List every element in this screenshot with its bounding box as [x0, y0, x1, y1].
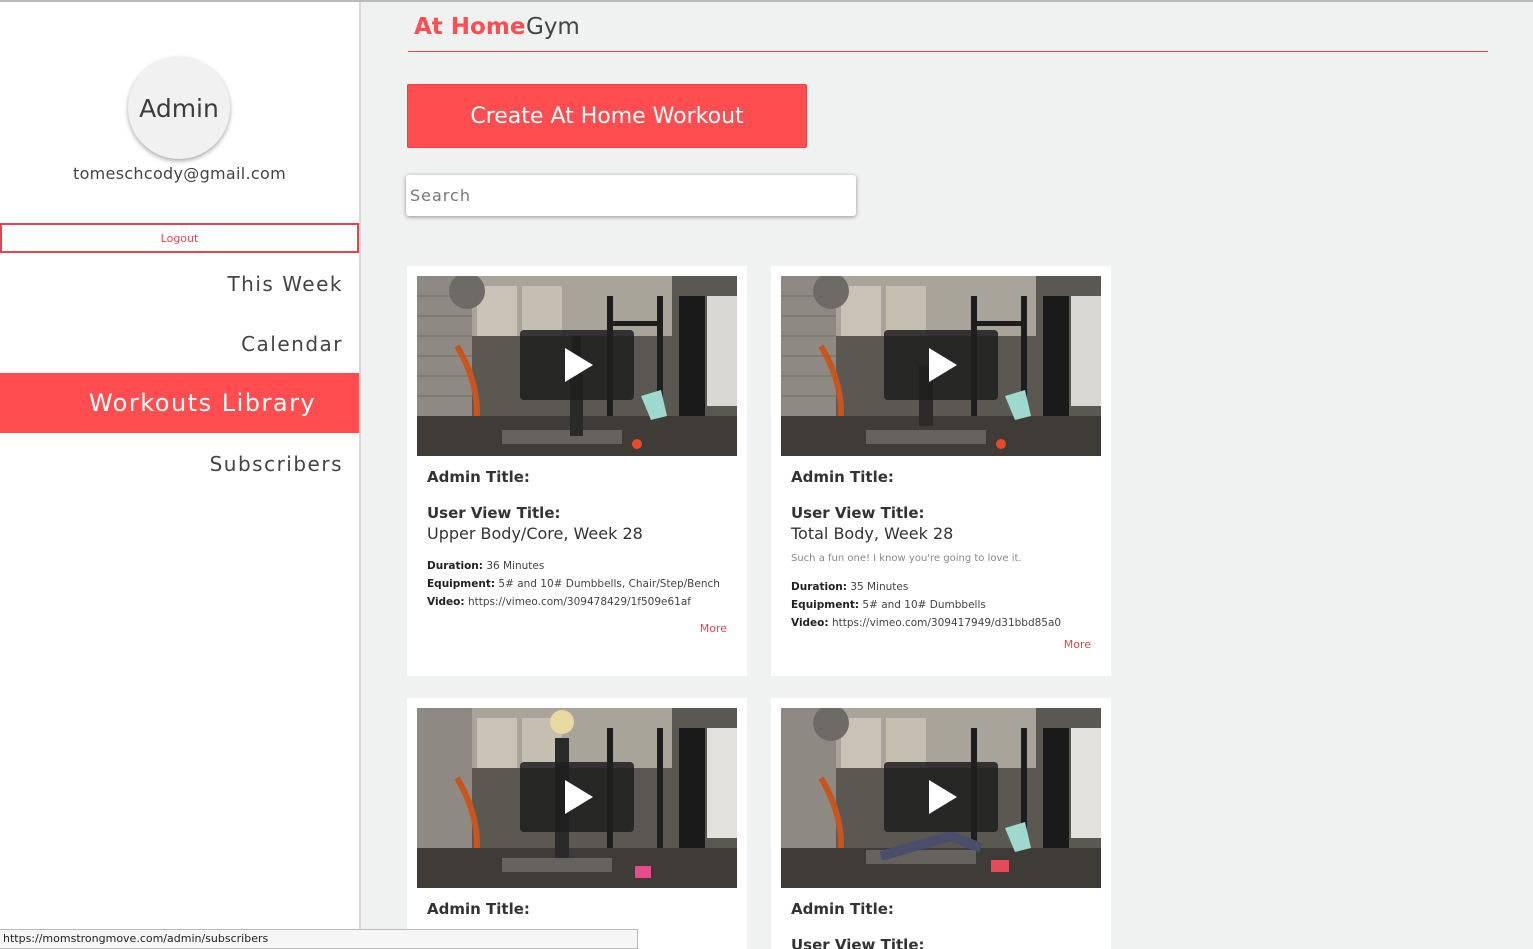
logout-button[interactable]: Logout: [0, 223, 359, 253]
video-link[interactable]: https://vimeo.com/309417949/d31bbd85a0: [832, 617, 1061, 629]
garage-gym-image: [417, 708, 737, 888]
duration-row: Duration: 36 Minutes: [427, 557, 727, 575]
tab-at-home[interactable]: At Home: [414, 14, 525, 40]
video-thumbnail[interactable]: [781, 276, 1101, 456]
garage-gym-image: [781, 708, 1101, 888]
card-body: Admin Title: User View Title: Total Body…: [791, 468, 1091, 651]
card-body: Admin Title:: [427, 900, 727, 918]
video-thumbnail[interactable]: [417, 276, 737, 456]
sidebar-item-workouts-library[interactable]: Workouts Library: [0, 373, 359, 433]
garage-gym-image: [417, 276, 737, 456]
duration-label: Duration:: [427, 560, 483, 572]
duration-value: 36 Minutes: [486, 560, 545, 572]
card-body: Admin Title: User View Title: Upper Body…: [427, 468, 727, 635]
sidebar-item-label: This Week: [227, 272, 343, 296]
video-row: Video: https://vimeo.com/309478429/1f509…: [427, 593, 727, 611]
admin-title-label: Admin Title:: [427, 468, 530, 486]
create-workout-button[interactable]: Create At Home Workout: [407, 84, 807, 148]
equipment-label: Equipment:: [427, 578, 496, 590]
avatar-text: Admin: [139, 93, 219, 123]
workout-meta: Duration: 35 Minutes Equipment: 5# and 1…: [791, 578, 1091, 632]
sidebar-item-label: Subscribers: [209, 452, 343, 476]
admin-title-label: Admin Title:: [791, 900, 894, 918]
user-view-title-label: User View Title:: [427, 504, 561, 522]
user-email: tomeschcody@gmail.com: [73, 164, 286, 183]
garage-gym-image: [781, 276, 1101, 456]
workout-card[interactable]: Admin Title:: [407, 698, 747, 949]
user-view-title-label: User View Title:: [791, 504, 925, 522]
search-input[interactable]: [406, 175, 856, 216]
more-link[interactable]: More: [1064, 638, 1091, 651]
duration-row: Duration: 35 Minutes: [791, 578, 1091, 596]
video-row: Video: https://vimeo.com/309417949/d31bb…: [791, 614, 1091, 632]
duration-value: 35 Minutes: [850, 581, 909, 593]
user-view-title: Total Body, Week 28: [791, 524, 954, 543]
duration-label: Duration:: [791, 581, 847, 593]
workout-card[interactable]: Admin Title: User View Title: Upper Body…: [407, 266, 747, 676]
workout-card[interactable]: Admin Title: User View Title: Total Body…: [771, 266, 1111, 676]
avatar: Admin: [128, 57, 230, 159]
video-thumbnail[interactable]: [417, 708, 737, 888]
workout-type-tabs: At Home Gym: [408, 10, 1488, 52]
user-view-title: Upper Body/Core, Week 28: [427, 524, 643, 543]
status-bar-url: https://momstrongmove.com/admin/subscrib…: [0, 929, 638, 949]
sidebar-item-calendar[interactable]: Calendar: [0, 314, 359, 374]
equipment-row: Equipment: 5# and 10# Dumbbells, Chair/S…: [427, 575, 727, 593]
workout-description: Such a fun one! I know you're going to l…: [791, 553, 1022, 564]
sidebar-item-label: Workouts Library: [88, 389, 317, 417]
sidebar-item-subscribers[interactable]: Subscribers: [0, 434, 359, 494]
video-label: Video:: [791, 617, 829, 629]
sidebar-item-this-week[interactable]: This Week: [0, 254, 359, 314]
workout-card[interactable]: Admin Title: User View Title:: [771, 698, 1111, 949]
card-body: Admin Title: User View Title:: [791, 900, 1091, 949]
video-link[interactable]: https://vimeo.com/309478429/1f509e61af: [468, 596, 691, 608]
workout-meta: Duration: 36 Minutes Equipment: 5# and 1…: [427, 557, 727, 611]
admin-title-label: Admin Title:: [427, 900, 530, 918]
sidebar-item-label: Calendar: [241, 332, 343, 356]
sidebar: Admin tomeschcody@gmail.com Logout This …: [0, 2, 361, 949]
video-thumbnail[interactable]: [781, 708, 1101, 888]
equipment-value: 5# and 10# Dumbbells: [862, 599, 986, 611]
tab-gym[interactable]: Gym: [526, 14, 580, 40]
user-view-title-label: User View Title:: [791, 936, 925, 949]
equipment-row: Equipment: 5# and 10# Dumbbells: [791, 596, 1091, 614]
more-link[interactable]: More: [700, 622, 727, 635]
admin-title-label: Admin Title:: [791, 468, 894, 486]
equipment-value: 5# and 10# Dumbbells, Chair/Step/Bench: [498, 578, 720, 590]
video-label: Video:: [427, 596, 465, 608]
equipment-label: Equipment:: [791, 599, 860, 611]
